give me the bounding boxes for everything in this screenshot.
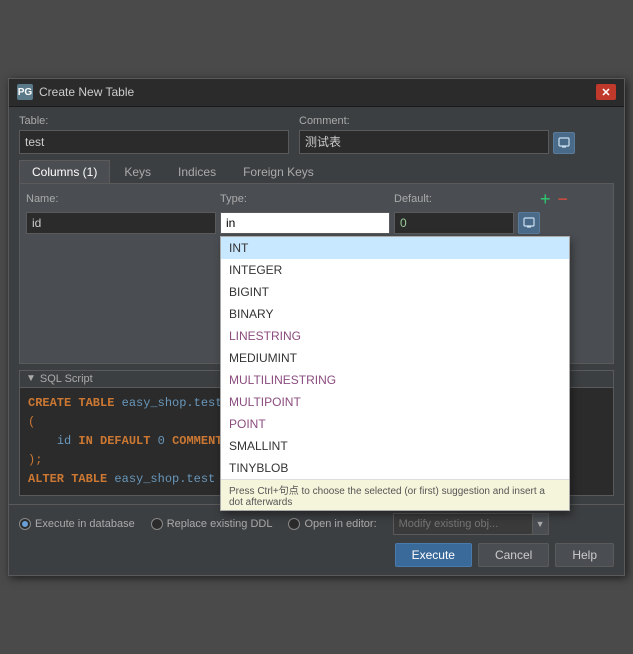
autocomplete-item-5[interactable]: MEDIUMINT bbox=[221, 347, 569, 369]
autocomplete-dropdown: INT INTEGER BIGINT BINARY LINESTRING MED… bbox=[220, 236, 570, 511]
col-name-input[interactable] bbox=[26, 212, 216, 234]
close-button[interactable]: ✕ bbox=[596, 84, 616, 100]
autocomplete-hint: Press Ctrl+句点 to choose the selected (or… bbox=[221, 479, 569, 510]
autocomplete-item-2[interactable]: BIGINT bbox=[221, 281, 569, 303]
tab-indices[interactable]: Indices bbox=[165, 160, 229, 183]
radio-execute-in-db-circle bbox=[19, 518, 31, 530]
title-bar-left: PG Create New Table bbox=[17, 84, 134, 100]
col-type-input[interactable] bbox=[220, 212, 390, 234]
column-row-0: INT INTEGER BIGINT BINARY LINESTRING MED… bbox=[26, 212, 607, 234]
modify-dropdown-arrow[interactable]: ▼ bbox=[533, 513, 549, 535]
remove-column-button[interactable]: − bbox=[556, 190, 571, 208]
modify-input-group: ▼ bbox=[393, 513, 549, 535]
pg-icon: PG bbox=[17, 84, 33, 100]
table-label: Table: bbox=[19, 115, 289, 127]
column-header-actions: + − bbox=[538, 190, 570, 208]
comment-label: Comment: bbox=[299, 115, 575, 127]
table-input[interactable] bbox=[19, 130, 289, 154]
dialog-body: Table: Comment: Columns (1) Keys Indices… bbox=[9, 107, 624, 505]
radio-replace-ddl-label: Replace existing DDL bbox=[167, 518, 273, 530]
default-col-label: Default: bbox=[394, 193, 534, 205]
table-field-group: Table: bbox=[19, 115, 289, 154]
help-button[interactable]: Help bbox=[555, 543, 614, 567]
button-row: Execute Cancel Help bbox=[19, 543, 614, 567]
autocomplete-item-10[interactable]: TINYBLOB bbox=[221, 457, 569, 479]
autocomplete-item-7[interactable]: MULTIPOINT bbox=[221, 391, 569, 413]
comment-input[interactable] bbox=[299, 130, 549, 154]
column-header-row: Name: Type: Default: + − bbox=[26, 190, 607, 208]
tab-keys[interactable]: Keys bbox=[111, 160, 164, 183]
autocomplete-item-9[interactable]: SMALLINT bbox=[221, 435, 569, 457]
add-column-button[interactable]: + bbox=[538, 190, 553, 208]
col-comment-btn[interactable] bbox=[518, 212, 540, 234]
autocomplete-item-8[interactable]: POINT bbox=[221, 413, 569, 435]
name-col-label: Name: bbox=[26, 193, 216, 205]
col-default-input[interactable] bbox=[394, 212, 514, 234]
autocomplete-item-3[interactable]: BINARY bbox=[221, 303, 569, 325]
radio-replace-ddl[interactable]: Replace existing DDL bbox=[151, 518, 273, 530]
title-bar: PG Create New Table ✕ bbox=[9, 79, 624, 107]
autocomplete-item-0[interactable]: INT bbox=[221, 237, 569, 259]
tab-foreign-keys[interactable]: Foreign Keys bbox=[230, 160, 327, 183]
create-table-dialog: PG Create New Table ✕ Table: Comment: bbox=[8, 78, 625, 577]
comment-field-group: Comment: bbox=[299, 115, 575, 154]
cancel-button[interactable]: Cancel bbox=[478, 543, 549, 567]
top-fields-row: Table: Comment: bbox=[19, 115, 614, 154]
autocomplete-item-1[interactable]: INTEGER bbox=[221, 259, 569, 281]
radio-replace-ddl-circle bbox=[151, 518, 163, 530]
tab-content-columns: Name: Type: Default: + − INT bbox=[19, 184, 614, 364]
autocomplete-item-4[interactable]: LINESTRING bbox=[221, 325, 569, 347]
radio-open-editor[interactable]: Open in editor: bbox=[288, 518, 376, 530]
sql-title: SQL Script bbox=[40, 373, 93, 385]
type-col-label: Type: bbox=[220, 193, 390, 205]
radio-options-row: Execute in database Replace existing DDL… bbox=[19, 513, 614, 535]
sql-arrow-icon: ▼ bbox=[26, 373, 36, 384]
radio-open-editor-label: Open in editor: bbox=[304, 518, 376, 530]
execute-button[interactable]: Execute bbox=[395, 543, 472, 567]
radio-execute-in-db[interactable]: Execute in database bbox=[19, 518, 135, 530]
radio-execute-in-db-label: Execute in database bbox=[35, 518, 135, 530]
tab-columns[interactable]: Columns (1) bbox=[19, 160, 110, 183]
tabs-bar: Columns (1) Keys Indices Foreign Keys bbox=[19, 160, 614, 184]
bottom-section: Execute in database Replace existing DDL… bbox=[9, 504, 624, 575]
modify-existing-input[interactable] bbox=[393, 513, 533, 535]
comment-icon-btn[interactable] bbox=[553, 132, 575, 154]
dialog-title: Create New Table bbox=[39, 85, 134, 99]
comment-row bbox=[299, 130, 575, 154]
autocomplete-item-6[interactable]: MULTILINESTRING bbox=[221, 369, 569, 391]
radio-open-editor-circle bbox=[288, 518, 300, 530]
